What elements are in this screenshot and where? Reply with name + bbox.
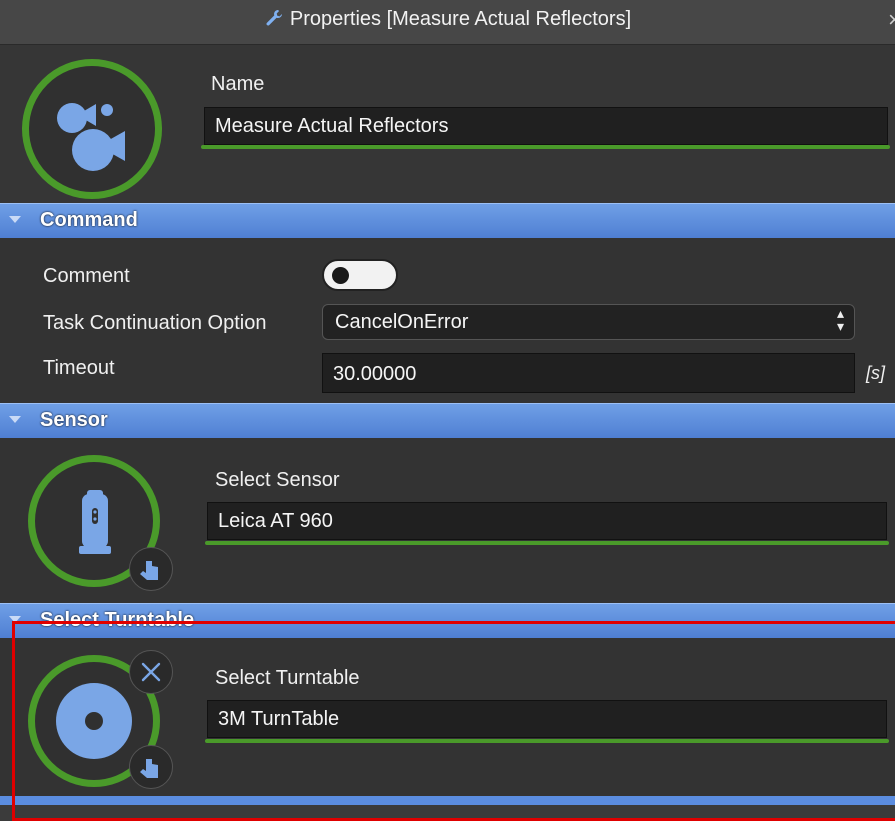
comment-toggle[interactable] bbox=[322, 259, 398, 291]
pointer-icon bbox=[140, 759, 158, 778]
name-label: Name bbox=[211, 73, 265, 95]
select-arrows-icon: ▴ ▾ bbox=[836, 305, 844, 334]
edit-sensor-button[interactable] bbox=[129, 547, 173, 591]
turntable-section-title: Select Turntable bbox=[40, 609, 195, 631]
name-underline bbox=[201, 145, 890, 149]
clear-turntable-button[interactable] bbox=[129, 650, 173, 694]
close-icon[interactable]: × bbox=[888, 7, 895, 33]
window-title-text: Properties [Measure Actual Reflectors] bbox=[289, 8, 632, 30]
task-continuation-value: CancelOnError bbox=[335, 311, 469, 333]
sensor-section-header[interactable]: Sensor bbox=[0, 403, 895, 439]
timeout-label: Timeout bbox=[43, 357, 115, 379]
sensor-underline bbox=[205, 541, 889, 545]
wrench-icon bbox=[266, 10, 282, 26]
name-panel: Name Measure Actual Reflectors bbox=[0, 45, 895, 203]
select-turntable-label: Select Turntable bbox=[215, 667, 360, 689]
sensor-field[interactable]: Leica AT 960 bbox=[207, 502, 887, 540]
collapse-triangle-icon bbox=[9, 216, 21, 223]
timeout-input[interactable]: 30.00000 bbox=[322, 353, 855, 393]
title-bar: Properties [Measure Actual Reflectors] × bbox=[0, 0, 895, 45]
name-field[interactable]: Measure Actual Reflectors bbox=[204, 107, 888, 145]
timeout-unit: [s] bbox=[866, 363, 886, 383]
turntable-field[interactable]: 3M TurnTable bbox=[207, 700, 887, 738]
task-continuation-select[interactable]: CancelOnError ▴ ▾ bbox=[322, 304, 855, 340]
select-sensor-label: Select Sensor bbox=[215, 469, 340, 491]
command-section-header[interactable]: Command bbox=[0, 203, 895, 239]
sensor-section-title: Sensor bbox=[40, 409, 108, 431]
window-title: Properties [Measure Actual Reflectors] bbox=[0, 8, 895, 31]
task-continuation-label: Task Continuation Option bbox=[43, 312, 267, 334]
measure-reflectors-icon bbox=[22, 59, 162, 199]
collapse-triangle-icon bbox=[9, 616, 21, 623]
edit-turntable-button[interactable] bbox=[129, 745, 173, 789]
toggle-knob bbox=[332, 267, 349, 284]
next-section-edge bbox=[0, 796, 895, 805]
command-section-title: Command bbox=[40, 209, 138, 231]
comment-label: Comment bbox=[43, 265, 130, 287]
close-x-icon bbox=[141, 662, 161, 682]
turntable-underline bbox=[205, 739, 889, 743]
collapse-triangle-icon bbox=[9, 416, 21, 423]
turntable-section-header[interactable]: Select Turntable bbox=[0, 603, 895, 639]
pointer-icon bbox=[140, 561, 158, 580]
